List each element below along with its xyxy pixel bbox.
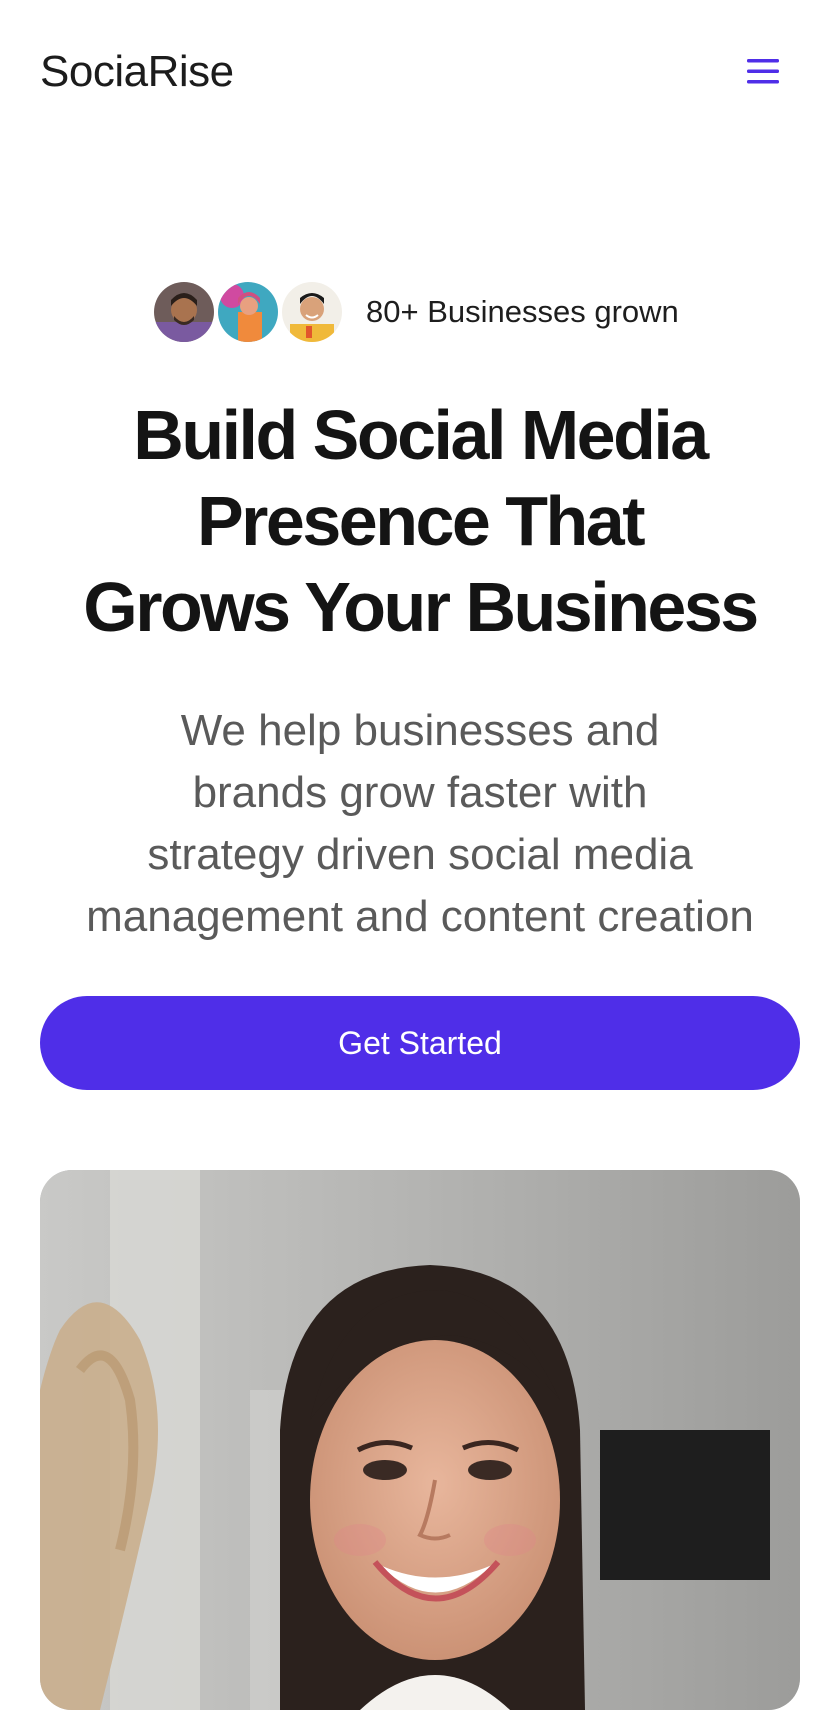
avatar bbox=[152, 280, 216, 344]
hero-subtitle-line: management and content creation bbox=[86, 892, 754, 941]
hero-title-line: Grows Your Business bbox=[83, 568, 759, 646]
hero-subtitle: We help businesses and brands grow faste… bbox=[40, 700, 800, 948]
hero-image bbox=[40, 1170, 800, 1710]
avatar bbox=[216, 280, 280, 344]
logo[interactable]: SociaRise bbox=[40, 44, 234, 100]
site-header: SociaRise bbox=[0, 0, 840, 144]
social-proof: 80+ Businesses grown bbox=[0, 278, 840, 346]
hero-title-line: Presence That bbox=[196, 482, 646, 560]
hero-subtitle-line: strategy driven social media bbox=[147, 830, 693, 879]
hero-title-line: Build Social Media bbox=[133, 396, 709, 474]
hero-subtitle-line: brands grow faster with bbox=[192, 768, 648, 817]
businesses-grown-text: 80+ Businesses grown bbox=[366, 294, 679, 329]
avatar bbox=[280, 280, 344, 344]
hamburger-menu-icon[interactable] bbox=[742, 50, 784, 92]
hero-title: Build Social Media Presence That Grows Y… bbox=[40, 392, 800, 650]
get-started-button[interactable]: Get Started bbox=[40, 996, 800, 1090]
hero-subtitle-line: We help businesses and bbox=[180, 706, 660, 755]
